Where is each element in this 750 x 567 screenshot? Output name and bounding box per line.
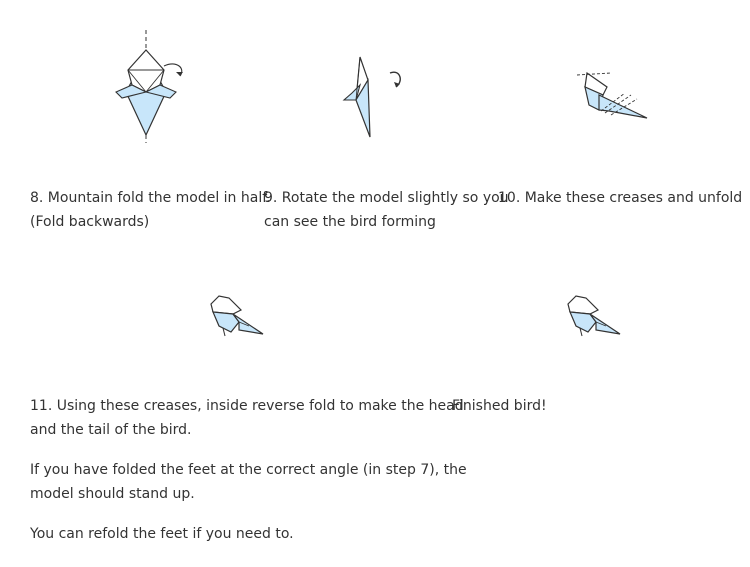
step8-diagram	[108, 30, 198, 145]
note1-line2: model should stand up.	[30, 486, 195, 502]
step9-line1: 9. Rotate the model slightly so you	[264, 190, 509, 206]
finished-label: Finished bird!	[452, 394, 547, 418]
step8-line1: 8. Mountain fold the model in half.	[30, 190, 271, 206]
step11-line1: 11. Using these creases, inside reverse …	[30, 398, 464, 414]
step10-line1: 10. Make these creases and unfold	[498, 190, 743, 206]
step11-line2: and the tail of the bird.	[30, 422, 192, 438]
step11-diagram	[205, 292, 270, 340]
refold-note: You can refold the feet if you need to.	[30, 522, 294, 546]
step9-diagram	[338, 55, 408, 145]
stand-up-note: If you have folded the feet at the corre…	[30, 458, 467, 506]
finished-text: Finished bird!	[452, 398, 547, 414]
step10-instruction: 10. Make these creases and unfold	[498, 186, 742, 210]
step8-line2: (Fold backwards)	[30, 214, 150, 230]
step9-line2: can see the bird forming	[264, 214, 436, 230]
note2-line1: You can refold the feet if you need to.	[30, 526, 294, 542]
finished-bird-diagram	[562, 292, 627, 340]
step11-instruction: 11. Using these creases, inside reverse …	[30, 394, 464, 442]
step9-instruction: 9. Rotate the model slightly so you can …	[264, 186, 509, 234]
step10-diagram	[575, 65, 655, 125]
note1-line1: If you have folded the feet at the corre…	[30, 462, 467, 478]
step8-instruction: 8. Mountain fold the model in half. (Fol…	[30, 186, 271, 234]
